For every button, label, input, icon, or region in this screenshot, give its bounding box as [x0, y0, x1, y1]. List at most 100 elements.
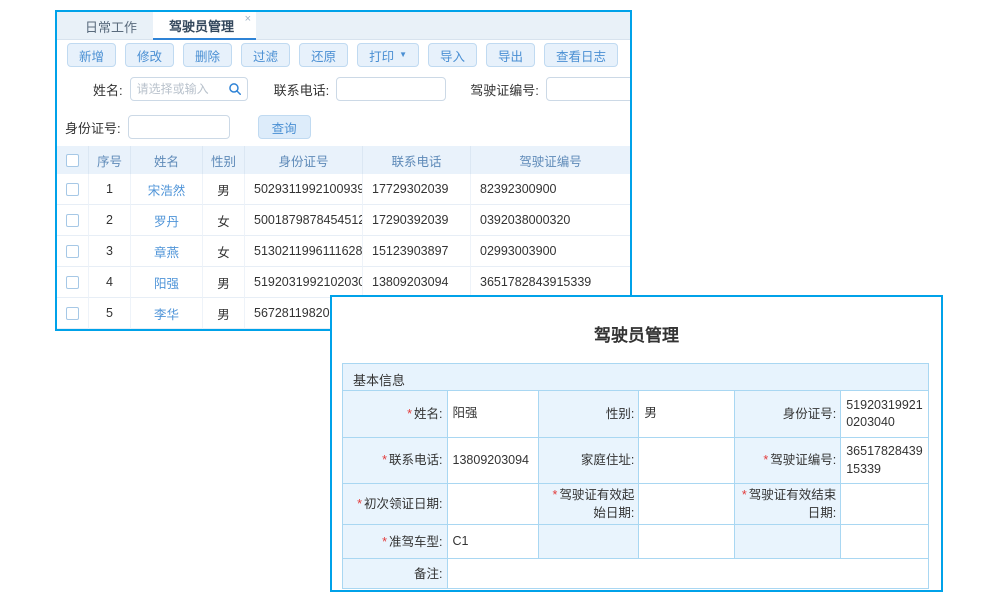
search-input-phone[interactable] [336, 77, 446, 101]
form-label-license-no: *驾驶证编号: [734, 438, 840, 483]
row-checkbox[interactable] [66, 214, 79, 227]
cell-phone: 15123903897 [363, 236, 471, 267]
toolbar-button-delete[interactable]: 删除 [183, 43, 232, 67]
header-checkbox[interactable] [66, 154, 79, 167]
button-label: 查看日志 [556, 46, 606, 65]
cell-gender: 男 [203, 174, 245, 205]
row-checkbox[interactable] [66, 245, 79, 258]
column-header-4: 联系电话 [363, 146, 471, 174]
cell-gender: 女 [203, 236, 245, 267]
form-label-name: *姓名: [343, 391, 447, 437]
cell-name: 阳强 [131, 267, 203, 298]
button-label: 删除 [195, 46, 220, 65]
cell-license: 02993003900 [471, 236, 630, 267]
search-input-license-no[interactable] [546, 77, 632, 101]
search-group-driver-name: 姓名: [93, 77, 248, 101]
row-checkbox[interactable] [66, 276, 79, 289]
driver-name-link[interactable]: 罗丹 [154, 211, 179, 230]
button-label: 还原 [311, 46, 336, 65]
toolbar: 新增 修改 删除 过滤 还原 打印▼ 导入 导出 查看日志 [57, 40, 630, 70]
field-label-text: 性别: [606, 405, 634, 423]
cell-gender: 女 [203, 205, 245, 236]
column-header-5: 驾驶证编号 [471, 146, 630, 174]
form-row: *联系电话: 13809203094家庭住址: *驾驶证编号:36517828439… [343, 437, 928, 483]
field-label-text: 备注: [414, 565, 442, 583]
toolbar-button-edit[interactable]: 修改 [125, 43, 174, 67]
tab-bar: 日常工作 驾驶员管理 × [57, 12, 630, 40]
form-label-license-valid-end: *驾驶证有效结束日期: [734, 484, 840, 524]
id-card-input[interactable] [128, 115, 230, 139]
tab-close-icon[interactable]: × [245, 13, 251, 25]
search-group-license-no: 驾驶证编号: [470, 77, 632, 101]
toolbar-button-view-log[interactable]: 查看日志 [544, 43, 618, 67]
form-value-empty-2 [840, 525, 928, 558]
row-checkbox-cell [57, 205, 89, 236]
row-checkbox[interactable] [66, 183, 79, 196]
field-label-text: *姓名: [407, 405, 442, 423]
form-value-home-address [638, 438, 734, 483]
search-label-driver-name: 姓名: [93, 80, 123, 99]
toolbar-button-export[interactable]: 导出 [486, 43, 535, 67]
form-label-empty-2 [734, 525, 840, 558]
driver-detail-dialog: 驾驶员管理 基本信息 *姓名:阳强性别:男身份证号:51920319921020… [330, 295, 943, 592]
button-label: 导出 [498, 46, 523, 65]
required-asterisk: * [742, 488, 747, 502]
id-card-label: 身份证号: [65, 118, 121, 137]
button-label: 修改 [137, 46, 162, 65]
driver-name-link[interactable]: 阳强 [154, 273, 179, 292]
column-header-2: 性别 [203, 146, 245, 174]
driver-name-link[interactable]: 李华 [154, 304, 179, 323]
tab-daily-work[interactable]: 日常工作 [69, 12, 153, 40]
search-input-wrap [336, 77, 446, 101]
field-label-text: *驾驶证有效起始日期: [542, 486, 634, 522]
row-checkbox-cell [57, 236, 89, 267]
column-header-0: 序号 [89, 146, 131, 174]
form-value-phone: 13809203094 [447, 438, 539, 483]
search-label-phone: 联系电话: [274, 80, 330, 99]
cell-no: 5 [89, 298, 131, 329]
form-label-home-address: 家庭住址: [538, 438, 638, 483]
driver-name-link[interactable]: 宋浩然 [148, 180, 186, 199]
dialog-title: 驾驶员管理 [332, 321, 941, 346]
column-header-3: 身份证号 [245, 146, 363, 174]
row-checkbox[interactable] [66, 307, 79, 320]
search-input-wrap [130, 77, 248, 101]
toolbar-button-restore[interactable]: 还原 [299, 43, 348, 67]
toolbar-button-filter[interactable]: 过滤 [241, 43, 290, 67]
field-label-text: 身份证号: [783, 405, 836, 423]
form-row: *初次领证日期:*驾驶证有效起始日期:*驾驶证有效结束日期: [343, 483, 928, 524]
cell-no: 4 [89, 267, 131, 298]
column-header-1: 姓名 [131, 146, 203, 174]
cell-license: 0392038000320 [471, 205, 630, 236]
form-label-gender: 性别: [538, 391, 638, 437]
basic-info-section: 基本信息 *姓名:阳强性别:男身份证号:519203199210203040*联… [342, 363, 929, 589]
cell-id: 502931199210093930 [245, 174, 363, 205]
toolbar-button-add[interactable]: 新增 [67, 43, 116, 67]
tab-driver-management[interactable]: 驾驶员管理 × [153, 12, 256, 40]
form-value-id-card: 519203199210203040 [840, 391, 928, 437]
section-header: 基本信息 [343, 364, 928, 391]
cell-phone: 17290392039 [363, 205, 471, 236]
cell-license: 3651782843915339 [471, 267, 630, 298]
form-label-empty-1 [538, 525, 638, 558]
required-asterisk: * [382, 453, 387, 467]
required-asterisk: * [407, 407, 412, 421]
form-label-vehicle-class: *准驾车型: [343, 525, 447, 558]
field-label-text: *驾驶证编号: [763, 451, 836, 469]
toolbar-button-import[interactable]: 导入 [428, 43, 477, 67]
search-filter-row-2: 身份证号: 查询 [57, 114, 630, 140]
caret-down-icon: ▼ [399, 51, 407, 59]
toolbar-button-print[interactable]: 打印▼ [357, 43, 419, 67]
search-label-license-no: 驾驶证编号: [470, 80, 539, 99]
basic-info-form: *姓名:阳强性别:男身份证号:519203199210203040*联系电话:1… [343, 391, 928, 588]
query-button[interactable]: 查询 [258, 115, 311, 139]
driver-name-link[interactable]: 章燕 [154, 242, 179, 261]
required-asterisk: * [553, 488, 558, 502]
field-label-text: *驾驶证有效结束日期: [738, 486, 836, 522]
search-icon[interactable] [228, 82, 242, 96]
form-value-license-no: 3651782843915339 [840, 438, 928, 483]
button-label: 过滤 [253, 46, 278, 65]
required-asterisk: * [763, 453, 768, 467]
button-label: 新增 [79, 46, 104, 65]
field-label-text: *联系电话: [382, 451, 442, 469]
